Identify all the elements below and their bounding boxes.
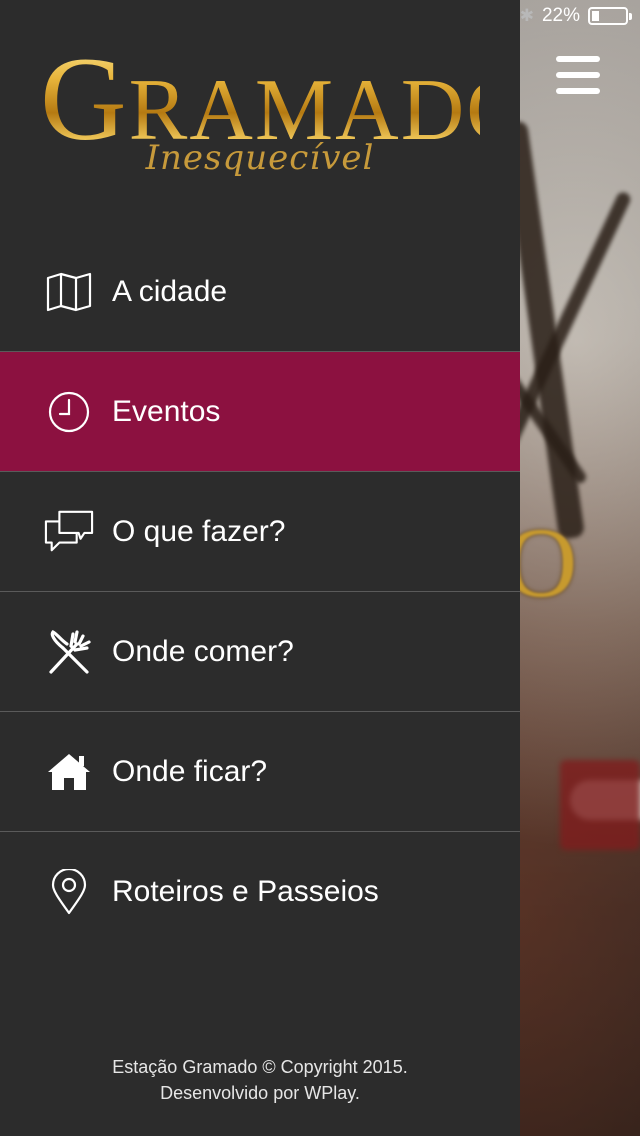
menu-item-label: Eventos [112, 394, 221, 428]
fork-knife-icon [44, 627, 94, 677]
gramado-logo: GRAMADO Inesquecível [40, 30, 480, 200]
menu-item-a-cidade[interactable]: A cidade [0, 232, 520, 352]
menu-item-label: A cidade [112, 274, 228, 308]
developer-credit: Desenvolvido por WPlay. [160, 1083, 360, 1103]
menu-item-eventos[interactable]: Eventos [0, 352, 520, 472]
menu-item-o-que-fazer[interactable]: O que fazer? [0, 472, 520, 592]
side-drawer: GRAMADO Inesquecível A cidade Eventos O … [0, 0, 520, 1136]
battery-percentage: 22% [541, 5, 580, 26]
clock-icon [44, 387, 94, 437]
menu-item-roteiros-passeios[interactable]: Roteiros e Passeios [0, 832, 520, 952]
menu-item-label: Roteiros e Passeios [112, 875, 379, 908]
copyright-text: Estação Gramado © Copyright 2015. [112, 1057, 408, 1077]
menu-item-onde-ficar[interactable]: Onde ficar? [0, 712, 520, 832]
map-pin-icon [44, 867, 94, 917]
battery-icon [588, 7, 632, 25]
chat-bubbles-icon [44, 507, 94, 557]
home-icon [44, 747, 94, 797]
menu-item-label: Onde comer? [112, 634, 294, 668]
status-bar: ✱ 22% [520, 0, 640, 32]
menu-item-label: O que fazer? [112, 514, 286, 548]
drawer-menu: A cidade Eventos O que fazer? Onde comer… [0, 232, 520, 952]
map-icon [44, 267, 94, 317]
logo-subtitle: Inesquecível [145, 138, 375, 178]
footer: Estação Gramado © Copyright 2015. Desenv… [0, 1054, 520, 1106]
menu-item-label: Onde ficar? [112, 754, 268, 788]
menu-item-onde-comer[interactable]: Onde comer? [0, 592, 520, 712]
bluetooth-icon: ✱ [519, 6, 534, 25]
hamburger-menu-icon[interactable] [556, 56, 600, 96]
